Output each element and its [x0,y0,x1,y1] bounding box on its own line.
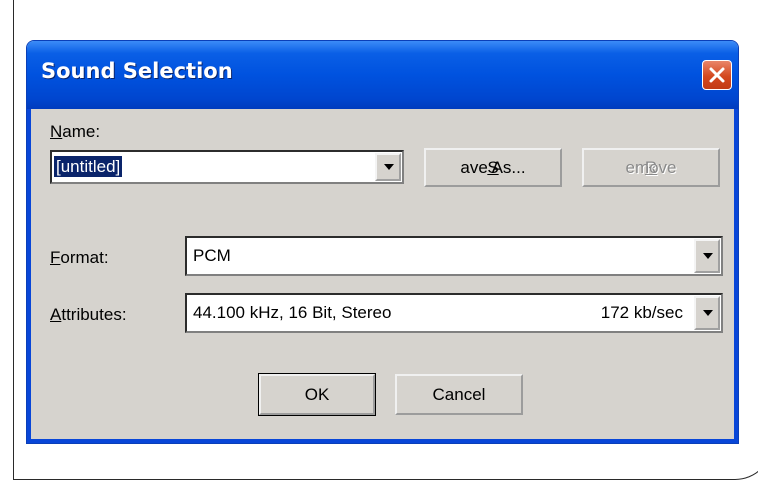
format-combobox[interactable]: PCM [185,236,723,276]
format-dropdown-button[interactable] [694,239,720,273]
attributes-combobox[interactable]: 44.100 kHz, 16 Bit, Stereo 172 kb/sec [185,293,723,333]
name-dropdown-button[interactable] [375,153,401,181]
chevron-down-icon [384,164,394,170]
bottom-border [27,439,738,443]
dialog-body: Name: [untitled] Save As... Remove Forma… [31,109,734,439]
save-as-button[interactable]: Save As... [424,148,562,187]
close-icon [709,67,725,83]
dialog-title: Sound Selection [41,59,233,83]
name-combobox[interactable]: [untitled] [50,150,404,184]
attributes-value: 44.100 kHz, 16 Bit, Stereo [193,303,392,322]
chevron-down-icon [703,253,713,259]
sound-selection-dialog: Sound Selection Name: [untitled] Save As… [27,41,738,443]
name-value: [untitled] [54,156,123,177]
title-bar[interactable]: Sound Selection [27,41,738,109]
format-label: Format: [50,248,109,267]
close-button[interactable] [702,60,732,90]
cancel-button[interactable]: Cancel [395,374,523,415]
remove-button[interactable]: Remove [582,148,720,187]
ok-button[interactable]: OK [258,373,376,416]
chevron-down-icon [703,310,713,316]
format-value: PCM [193,246,231,265]
attributes-rate: 172 kb/sec [600,303,683,322]
attributes-label: Attributes: [50,305,127,324]
name-label: Name: [50,122,101,141]
right-border [734,109,738,443]
attributes-dropdown-button[interactable] [694,296,720,330]
